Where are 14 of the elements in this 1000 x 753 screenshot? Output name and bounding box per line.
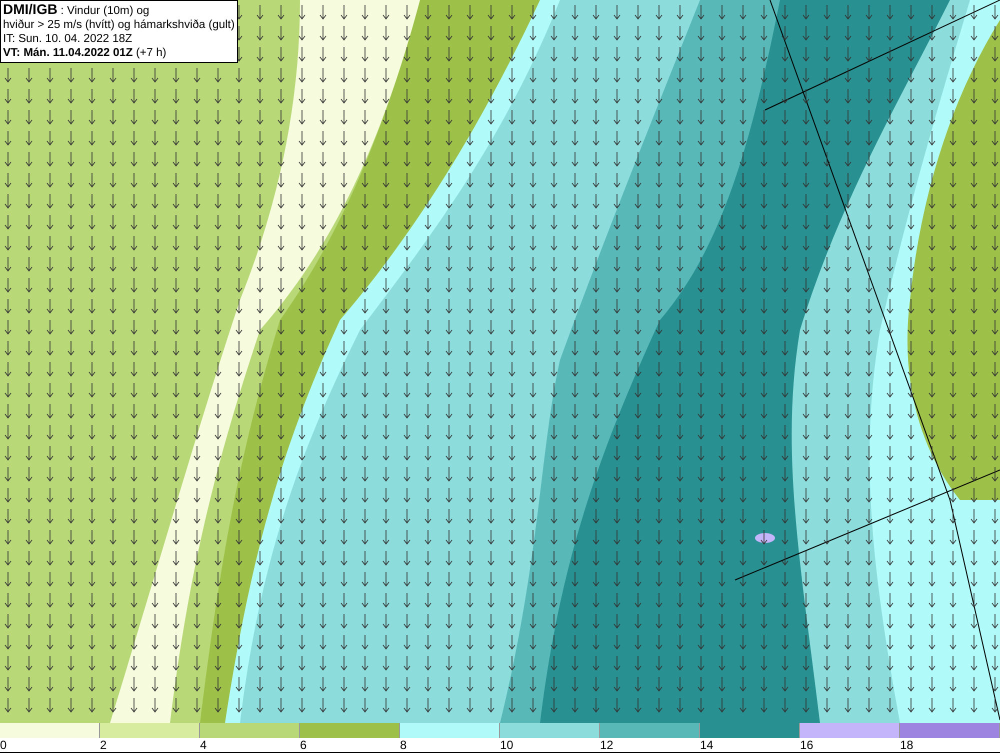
map-subtitle: hviður > 25 m/s (hvítt) og hámarkshviða (gult) <box>3 18 235 32</box>
valid-time: VT: Mán. 11.04.2022 01Z (+7 h) <box>3 46 168 60</box>
scale-label: 2 <box>100 738 107 752</box>
scale-label: 16 <box>800 738 814 752</box>
map-title: DMI/IGB : Vindur (10m) og <box>3 2 150 18</box>
scale-label: 8 <box>400 738 407 752</box>
scale-label: 10 <box>500 738 514 752</box>
issue-time: IT: Sun. 10. 04. 2022 18Z <box>3 32 134 46</box>
scale-label: 18 <box>900 738 914 752</box>
scale-label: 6 <box>300 738 307 752</box>
scale-label: 12 <box>600 738 614 752</box>
scale-label: 14 <box>700 738 714 752</box>
scale-label: 0 <box>0 738 7 752</box>
scale-label: 4 <box>200 738 207 752</box>
